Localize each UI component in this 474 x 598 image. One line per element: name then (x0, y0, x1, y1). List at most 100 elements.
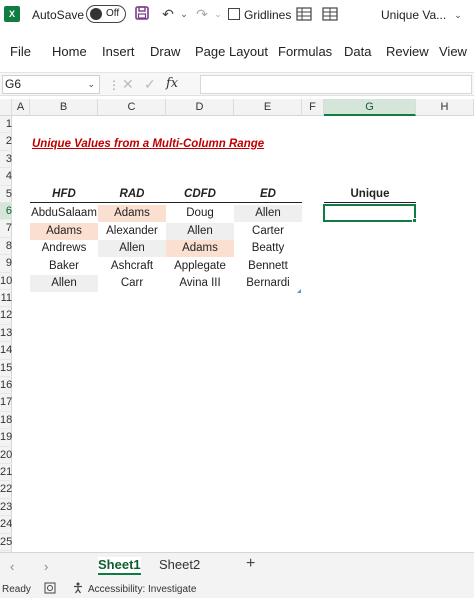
row-header[interactable]: 10 (0, 273, 12, 290)
row-header[interactable]: 24 (0, 516, 12, 534)
document-title[interactable]: Unique Va... (381, 8, 446, 22)
row-header[interactable]: 8 (0, 238, 12, 256)
row-header[interactable]: 7 (0, 220, 12, 238)
row-header-active[interactable]: 6 (0, 203, 12, 221)
data-cell-duplicate[interactable]: Adams (30, 222, 98, 240)
row-header[interactable]: 9 (0, 255, 12, 273)
row-header[interactable]: 1 (0, 116, 12, 134)
data-cell-duplicate[interactable]: Adams (98, 205, 166, 223)
gridlines-checkbox[interactable] (228, 8, 240, 20)
header-cell-ed[interactable]: ED (234, 186, 302, 204)
data-cell-duplicate[interactable]: Adams (166, 240, 234, 258)
tab-file[interactable]: File (10, 44, 31, 59)
data-cell[interactable]: AbduSalaam (30, 205, 98, 222)
save-icon[interactable] (134, 6, 150, 22)
row-header[interactable]: 19 (0, 429, 12, 447)
sheet-title-cell[interactable]: Unique Values from a Multi-Column Range (32, 138, 264, 150)
insert-function-icon[interactable]: fx (166, 76, 178, 91)
column-header-f[interactable]: F (302, 99, 324, 116)
data-cell[interactable]: Baker (30, 258, 98, 275)
name-box[interactable]: G6 ⌄ (2, 75, 100, 94)
redo-dropdown-chevron-icon[interactable]: ⌄ (210, 6, 226, 22)
form-icon[interactable] (296, 6, 312, 22)
title-chevron-down-icon[interactable]: ⌄ (450, 7, 466, 23)
ribbon-tabs: File Home Insert Draw Page Layout Formul… (0, 30, 474, 72)
data-cell-duplicate[interactable]: Allen (166, 222, 234, 240)
cancel-icon[interactable]: ✕ (122, 76, 134, 93)
column-header-e[interactable]: E (234, 99, 302, 116)
data-cell[interactable]: Carter (234, 223, 302, 240)
column-header-c[interactable]: C (98, 99, 166, 116)
formula-bar: G6 ⌄ ⋮ ✕ ✓ fx (0, 72, 474, 96)
header-cell-cdfd[interactable]: CDFD (166, 186, 234, 204)
header-cell-hfd[interactable]: HFD (30, 186, 98, 204)
row-header[interactable]: 21 (0, 464, 12, 482)
column-header-b[interactable]: B (30, 99, 98, 116)
formula-input[interactable] (200, 75, 472, 94)
row-header[interactable]: 22 (0, 481, 12, 499)
undo-icon[interactable]: ↶ (160, 6, 176, 22)
tab-insert[interactable]: Insert (102, 44, 135, 59)
data-cell-duplicate[interactable]: Allen (30, 275, 98, 293)
row-header[interactable]: 3 (0, 151, 12, 169)
scroll-tabs-left-icon[interactable]: ‹ (10, 559, 14, 574)
row-header[interactable]: 18 (0, 412, 12, 430)
header-cell-rad[interactable]: RAD (98, 186, 166, 204)
row-header[interactable]: 5 (0, 186, 12, 203)
tab-view[interactable]: View (439, 44, 467, 59)
tab-review[interactable]: Review (386, 44, 429, 59)
row-header[interactable]: 2 (0, 133, 12, 151)
data-cell[interactable]: Beatty (234, 240, 302, 257)
tab-data[interactable]: Data (344, 44, 371, 59)
header-cell-unique[interactable]: Unique (324, 186, 416, 204)
tab-home[interactable]: Home (52, 44, 87, 59)
enter-check-icon[interactable]: ✓ (144, 76, 156, 93)
row-header[interactable]: 16 (0, 377, 12, 395)
column-header-g[interactable]: G (324, 99, 416, 116)
data-cell[interactable]: Andrews (30, 240, 98, 257)
data-cell[interactable]: Carr (98, 275, 166, 292)
sheet-tab-sheet1[interactable]: Sheet1 (98, 557, 141, 575)
row-header[interactable]: 15 (0, 360, 12, 377)
row-header[interactable]: 20 (0, 447, 12, 464)
accessibility-status[interactable]: Accessibility: Investigate (88, 584, 196, 595)
data-cell[interactable]: Avina III (166, 275, 234, 292)
tab-formulas[interactable]: Formulas (278, 44, 332, 59)
macro-recording-icon[interactable] (44, 582, 56, 597)
redo-icon[interactable]: ↷ (194, 6, 210, 22)
selected-cell-g6[interactable] (323, 204, 416, 222)
column-header-d[interactable]: D (166, 99, 234, 116)
row-header[interactable]: 11 (0, 290, 12, 308)
data-cell[interactable]: Bennett (234, 258, 302, 275)
row-header[interactable]: 4 (0, 168, 12, 186)
column-header-a[interactable]: A (12, 99, 30, 116)
quick-analysis-marker-icon[interactable] (297, 289, 301, 293)
fill-handle[interactable] (412, 218, 417, 223)
row-header[interactable]: 14 (0, 342, 12, 360)
scroll-tabs-right-icon[interactable]: › (44, 559, 48, 574)
data-cell[interactable]: Bernardi (234, 275, 302, 292)
select-all-corner[interactable] (0, 99, 12, 116)
row-header[interactable]: 13 (0, 325, 12, 343)
column-header-h[interactable]: H (416, 99, 474, 116)
tab-draw[interactable]: Draw (150, 44, 180, 59)
row-header[interactable]: 23 (0, 499, 12, 517)
tab-page-layout[interactable]: Page Layout (195, 44, 268, 59)
undo-dropdown-chevron-icon[interactable]: ⌄ (176, 6, 192, 22)
table-icon[interactable] (322, 6, 338, 22)
data-cell-duplicate[interactable]: Allen (98, 240, 166, 258)
autosave-toggle[interactable]: Off (86, 5, 126, 23)
data-cell[interactable]: Ashcraft (98, 258, 166, 275)
data-cell-duplicate[interactable]: Allen (234, 205, 302, 223)
row-header[interactable]: 12 (0, 307, 12, 325)
row-header[interactable]: 17 (0, 394, 12, 412)
data-cell[interactable]: Doug (166, 205, 234, 222)
add-sheet-icon[interactable]: + (246, 555, 255, 573)
data-cell[interactable]: Applegate (166, 258, 234, 275)
row-header[interactable]: 25 (0, 534, 12, 551)
data-cell[interactable]: Alexander (98, 223, 166, 240)
gridlines-label: Gridlines (244, 8, 292, 22)
name-box-chevron-icon[interactable]: ⌄ (87, 76, 95, 93)
accessibility-icon[interactable] (72, 582, 84, 597)
sheet-tab-sheet2[interactable]: Sheet2 (159, 557, 200, 572)
